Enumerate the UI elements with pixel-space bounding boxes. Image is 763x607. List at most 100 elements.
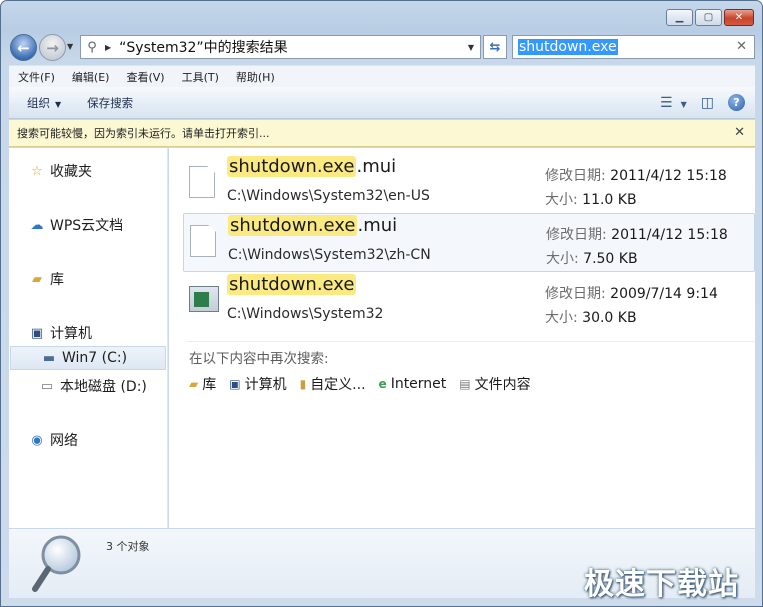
size-value: 7.50 KB bbox=[583, 251, 638, 267]
date-label: 修改日期: bbox=[546, 227, 607, 243]
date-value: 2011/4/12 15:18 bbox=[610, 168, 727, 184]
organize-button[interactable]: 组织 ▼ bbox=[9, 95, 69, 111]
save-search-button[interactable]: 保存搜索 bbox=[69, 95, 141, 111]
sidebar-item-label: 库 bbox=[50, 272, 64, 288]
sidebar-item-wps[interactable]: ☁ WPS云文档 bbox=[9, 213, 168, 237]
refresh-button[interactable]: ⇆ bbox=[483, 35, 507, 59]
file-name: shutdown.exe .mui bbox=[227, 156, 396, 177]
file-size: 大小: 30.0 KB bbox=[545, 307, 637, 327]
date-value: 2011/4/12 15:18 bbox=[611, 227, 728, 243]
menu-file[interactable]: 文件(F) bbox=[9, 69, 63, 85]
file-name: shutdown.exe bbox=[227, 274, 357, 295]
back-button[interactable]: ← bbox=[10, 34, 37, 61]
file-path: C:\Windows\System32\en-US bbox=[227, 188, 430, 204]
search-again-label: 库 bbox=[202, 377, 217, 393]
size-label: 大小: bbox=[545, 310, 578, 326]
date-label: 修改日期: bbox=[545, 286, 606, 302]
file-path: C:\Windows\System32 bbox=[227, 306, 384, 322]
computer-icon: ▣ bbox=[30, 325, 44, 341]
search-again-computer[interactable]: ▣ 计算机 bbox=[229, 374, 286, 394]
size-value: 11.0 KB bbox=[582, 192, 637, 208]
file-date: 修改日期: 2011/4/12 15:18 bbox=[545, 165, 727, 185]
magnifier-icon bbox=[32, 535, 81, 592]
sidebar-item-label: WPS云文档 bbox=[50, 218, 124, 234]
help-icon[interactable]: ? bbox=[728, 94, 745, 111]
sidebar-item-drive-c[interactable]: ▬ Win7 (C:) bbox=[10, 346, 166, 370]
sidebar-item-label: 网络 bbox=[50, 433, 78, 449]
clear-search-icon[interactable]: ✕ bbox=[736, 39, 747, 54]
organize-label: 组织 bbox=[27, 95, 50, 110]
file-size: 大小: 7.50 KB bbox=[546, 248, 638, 268]
library-icon: ▰ bbox=[32, 271, 42, 287]
date-value: 2009/7/14 9:14 bbox=[610, 286, 718, 302]
index-warning-text: 搜索可能较慢，因为索引未运行。请单击打开索引... bbox=[17, 127, 270, 140]
minimize-button[interactable]: ▁ bbox=[666, 9, 693, 26]
sidebar-item-label: 计算机 bbox=[50, 326, 92, 342]
view-options-icon[interactable]: ☰ ▼ bbox=[660, 95, 687, 111]
navigation-pane: ☆ 收藏夹 ☁ WPS云文档 ▰ 库 ▣ 计算机 ▬ Win7 (C:) ▭ 本… bbox=[9, 148, 168, 528]
cloud-icon: ☁ bbox=[30, 217, 44, 233]
menu-edit[interactable]: 编辑(E) bbox=[63, 69, 118, 85]
drive-icon: ▭ bbox=[40, 378, 54, 394]
application-icon bbox=[189, 286, 219, 312]
library-icon: ▰ bbox=[189, 377, 199, 391]
forward-button[interactable]: → bbox=[39, 34, 66, 61]
star-icon: ☆ bbox=[31, 163, 43, 179]
recent-pages-dropdown[interactable]: ▼ bbox=[67, 42, 73, 51]
menu-view[interactable]: 查看(V) bbox=[117, 69, 172, 85]
preview-pane-icon[interactable]: ◫ bbox=[701, 95, 714, 111]
search-again-label: 计算机 bbox=[244, 377, 287, 393]
sidebar-item-libraries[interactable]: ▰ 库 bbox=[9, 267, 168, 291]
sidebar-item-favorites[interactable]: ☆ 收藏夹 bbox=[9, 159, 168, 183]
match-highlight: shutdown.exe bbox=[227, 156, 357, 177]
result-row[interactable]: shutdown.exe .mui C:\Windows\System32\zh-… bbox=[183, 213, 755, 272]
address-bar[interactable]: ⚲ ▶ “System32”中的搜索结果 ▼ bbox=[80, 35, 481, 59]
date-label: 修改日期: bbox=[545, 168, 606, 184]
search-again-list: ▰ 库 ▣ 计算机 ▮ 自定义... e Internet ▤ 文件内容 bbox=[189, 374, 544, 394]
document-search-icon: ▤ bbox=[459, 377, 471, 391]
address-path[interactable]: “System32”中的搜索结果 bbox=[119, 37, 466, 57]
file-icon bbox=[189, 166, 215, 198]
close-button[interactable]: ✕ bbox=[724, 9, 754, 26]
size-label: 大小: bbox=[545, 192, 578, 208]
close-infobar-icon[interactable]: ✕ bbox=[734, 125, 745, 140]
search-again-libraries[interactable]: ▰ 库 bbox=[189, 374, 216, 394]
search-input[interactable]: shutdown.exe ✕ bbox=[512, 35, 755, 59]
sidebar-item-drive-d[interactable]: ▭ 本地磁盘 (D:) bbox=[9, 374, 168, 398]
file-extension: .mui bbox=[356, 156, 397, 177]
file-size: 大小: 11.0 KB bbox=[545, 189, 637, 209]
result-row[interactable]: shutdown.exe C:\Windows\System32 修改日期: 2… bbox=[183, 273, 755, 332]
address-dropdown-icon[interactable]: ▼ bbox=[468, 43, 474, 52]
result-row[interactable]: shutdown.exe .mui C:\Windows\System32\en-… bbox=[183, 155, 755, 214]
chevron-down-icon: ▼ bbox=[55, 99, 62, 109]
internet-icon: e bbox=[378, 377, 387, 391]
results-pane: shutdown.exe .mui C:\Windows\System32\en-… bbox=[169, 148, 755, 528]
search-again-internet[interactable]: e Internet bbox=[379, 374, 447, 394]
match-highlight: shutdown.exe bbox=[228, 215, 358, 236]
forward-arrow-icon: → bbox=[46, 38, 59, 57]
divider bbox=[187, 341, 755, 342]
menu-tools[interactable]: 工具(T) bbox=[173, 69, 227, 85]
file-icon bbox=[190, 225, 216, 257]
custom-folder-icon: ▮ bbox=[299, 377, 307, 391]
computer-icon: ▣ bbox=[229, 377, 241, 391]
sidebar-item-network[interactable]: ◉ 网络 bbox=[9, 428, 168, 452]
search-value[interactable]: shutdown.exe bbox=[518, 39, 618, 55]
search-again-custom[interactable]: ▮ 自定义... bbox=[300, 374, 366, 394]
sidebar-item-label: Win7 (C:) bbox=[62, 350, 128, 366]
file-path: C:\Windows\System32\zh-CN bbox=[228, 247, 431, 263]
search-again-label: Internet bbox=[390, 376, 447, 392]
menu-bar: 文件(F) 编辑(E) 查看(V) 工具(T) 帮助(H) bbox=[9, 65, 755, 87]
file-date: 修改日期: 2011/4/12 15:18 bbox=[546, 224, 728, 244]
sidebar-item-computer[interactable]: ▣ 计算机 bbox=[9, 321, 168, 345]
back-arrow-icon: ← bbox=[17, 38, 30, 57]
search-again-title: 在以下内容中再次搜索: bbox=[189, 351, 329, 367]
search-again-file-contents[interactable]: ▤ 文件内容 bbox=[459, 374, 530, 394]
maximize-button[interactable]: ▢ bbox=[695, 9, 722, 26]
menu-help[interactable]: 帮助(H) bbox=[227, 69, 283, 85]
breadcrumb-chevron-icon[interactable]: ▶ bbox=[105, 43, 111, 52]
size-label: 大小: bbox=[546, 251, 579, 267]
match-highlight: shutdown.exe bbox=[227, 274, 357, 295]
caption-buttons: ▁ ▢ ✕ bbox=[666, 9, 754, 26]
index-warning-bar[interactable]: 搜索可能较慢，因为索引未运行。请单击打开索引... ✕ bbox=[9, 120, 755, 147]
